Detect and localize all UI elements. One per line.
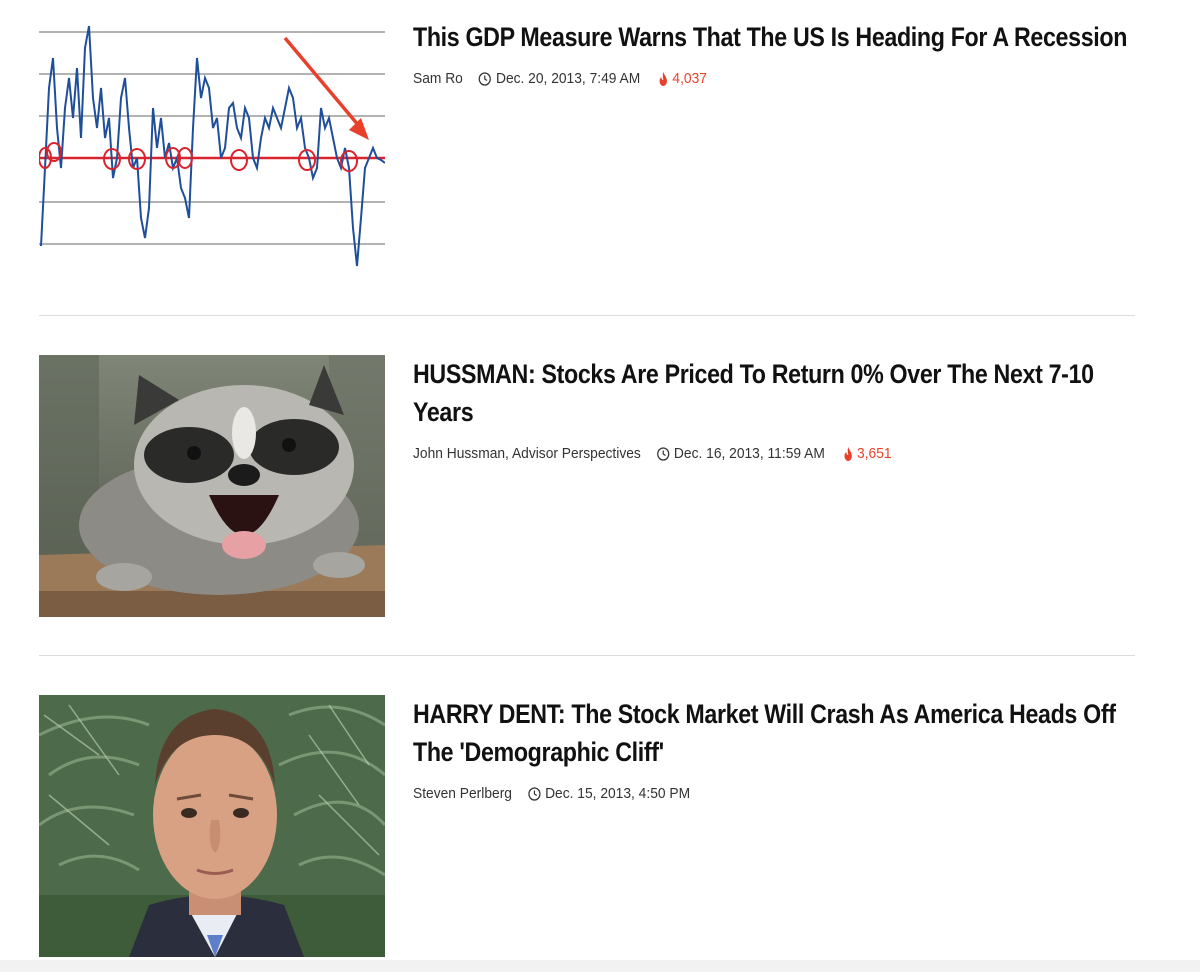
flame-icon <box>659 71 668 86</box>
article-headline[interactable]: HUSSMAN: Stocks Are Priced To Return 0% … <box>413 355 1135 431</box>
article-thumbnail-harry-dent[interactable] <box>39 695 385 957</box>
harry-dent-photo-image <box>39 695 385 957</box>
article-date: Dec. 16, 2013, 11:59 AM <box>673 445 825 462</box>
article-author[interactable]: Steven Perlberg <box>413 785 512 802</box>
page-bottom-edge <box>0 960 1200 972</box>
raccoon-photo-image <box>39 355 385 617</box>
view-count-value: 3,651 <box>857 445 892 462</box>
article-author[interactable]: Sam Ro <box>413 70 463 87</box>
gdp-chart-image <box>39 18 385 280</box>
article-thumbnail-raccoon[interactable] <box>39 355 385 617</box>
article-headline[interactable]: This GDP Measure Warns That The US Is He… <box>413 18 1135 56</box>
article-thumbnail-gdp-chart[interactable] <box>39 18 385 280</box>
article-body: HUSSMAN: Stocks Are Priced To Return 0% … <box>413 355 1135 462</box>
clock-icon <box>656 446 670 461</box>
view-count: 3,651 <box>843 445 892 462</box>
article-divider <box>39 315 1135 316</box>
article-meta: John Hussman, Advisor Perspectives Dec. … <box>413 445 1077 462</box>
article-meta: Steven Perlberg Dec. 15, 2013, 4:50 PM <box>413 785 1077 802</box>
article-body: This GDP Measure Warns That The US Is He… <box>413 18 1135 87</box>
article-card: HARRY DENT: The Stock Market Will Crash … <box>39 695 1135 957</box>
article-author[interactable]: John Hussman, Advisor Perspectives <box>413 445 641 462</box>
article-card: HUSSMAN: Stocks Are Priced To Return 0% … <box>39 355 1135 617</box>
article-card: This GDP Measure Warns That The US Is He… <box>39 18 1135 280</box>
article-meta: Sam Ro Dec. 20, 2013, 7:49 AM 4,037 <box>413 70 1077 87</box>
clock-icon <box>478 71 492 86</box>
view-count: 4,037 <box>659 70 707 87</box>
article-date: Dec. 20, 2013, 7:49 AM <box>495 70 641 87</box>
article-date: Dec. 15, 2013, 4:50 PM <box>545 785 691 802</box>
flame-icon <box>843 446 852 461</box>
article-body: HARRY DENT: The Stock Market Will Crash … <box>413 695 1135 802</box>
article-divider <box>39 655 1135 656</box>
article-headline[interactable]: HARRY DENT: The Stock Market Will Crash … <box>413 695 1135 771</box>
view-count-value: 4,037 <box>672 70 707 87</box>
clock-icon <box>527 786 541 801</box>
